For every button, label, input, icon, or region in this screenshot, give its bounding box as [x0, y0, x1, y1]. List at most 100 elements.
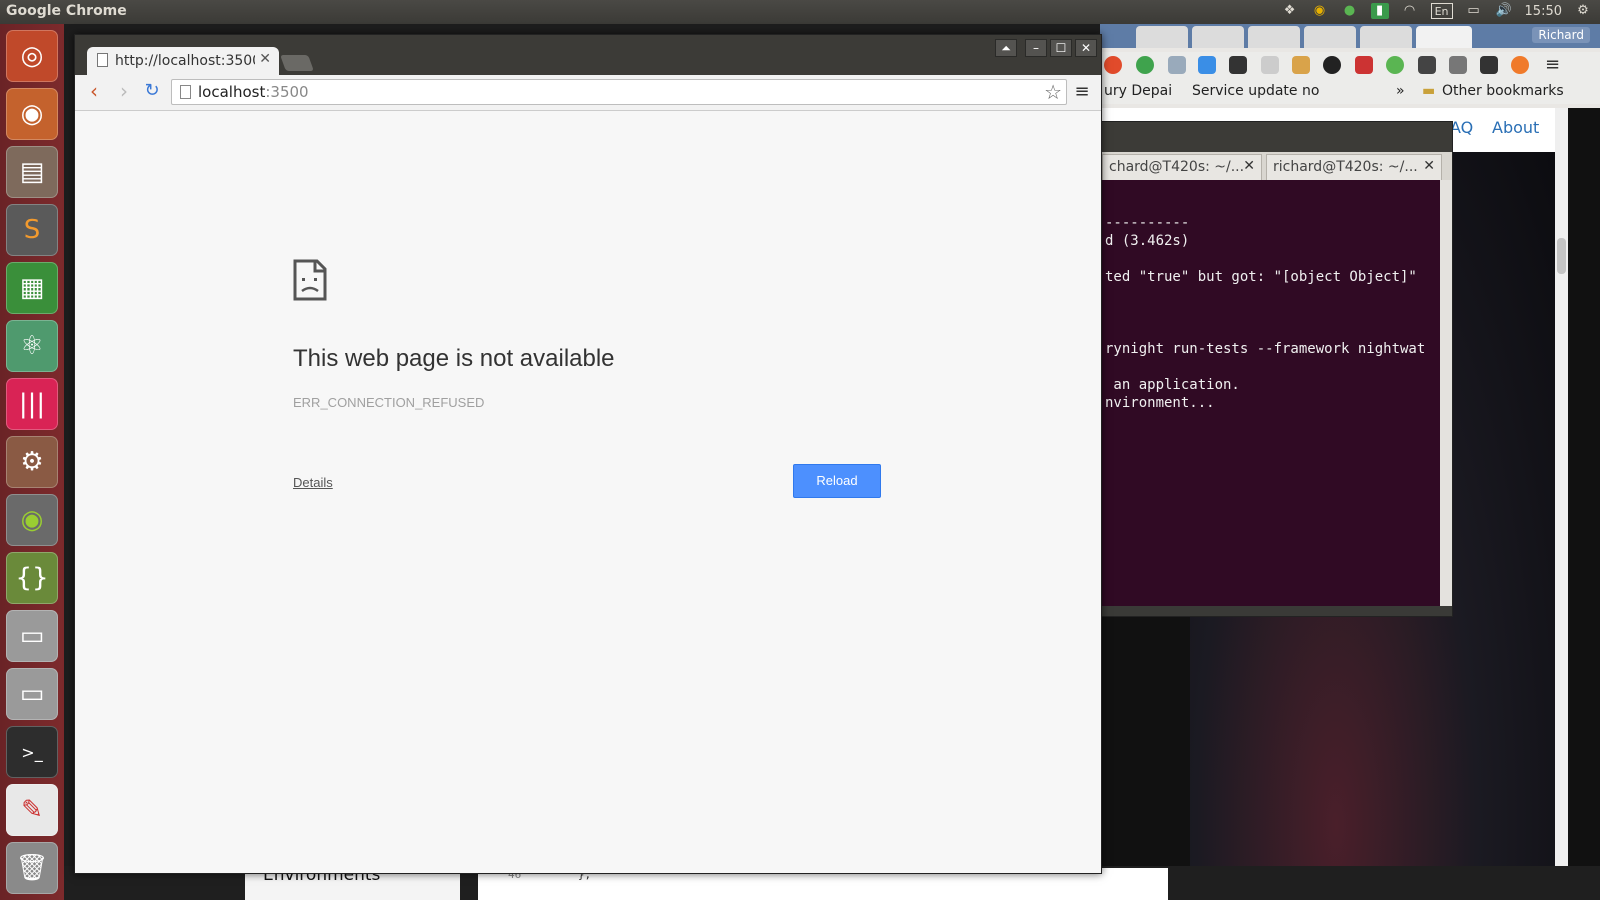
- extension-icon[interactable]: [1511, 56, 1529, 74]
- terminal-tab-label: chard@T420s: ~/...: [1109, 159, 1245, 175]
- terminal-line: ----------: [1105, 215, 1190, 231]
- evernote-icon[interactable]: ●: [1341, 3, 1359, 19]
- background-tab[interactable]: [1136, 26, 1188, 48]
- details-link[interactable]: Details: [293, 475, 333, 490]
- new-tab-button[interactable]: [280, 55, 314, 71]
- drive-icon[interactable]: ▭: [6, 610, 58, 662]
- nav-link-about[interactable]: About: [1492, 118, 1539, 137]
- background-tab[interactable]: [1304, 26, 1356, 48]
- brackets-icon[interactable]: {}: [6, 552, 58, 604]
- profile-menu-button[interactable]: ⏶: [995, 39, 1017, 57]
- terminal-tab[interactable]: richard@T420s: ~/... ✕: [1266, 154, 1442, 180]
- chrome-menu-icon[interactable]: ≡: [1545, 54, 1560, 75]
- trash-icon[interactable]: 🗑: [6, 842, 58, 894]
- terminal-line: an application.: [1105, 377, 1240, 393]
- chrome-launcher-icon[interactable]: ◉: [6, 88, 58, 140]
- terminal-icon[interactable]: >_: [6, 726, 58, 778]
- error-code: ERR_CONNECTION_REFUSED: [293, 395, 485, 410]
- folder-icon: ▬: [1422, 83, 1436, 99]
- terminal-scrollbar[interactable]: [1440, 180, 1452, 606]
- chrome-window: http://localhost:3500 ✕ ⏶ – ☐ ✕ ‹ › ↻ lo…: [74, 34, 1102, 874]
- forward-button[interactable]: ›: [113, 81, 135, 103]
- extension-icon[interactable]: [1323, 56, 1341, 74]
- evernote-ext-icon[interactable]: [1386, 56, 1404, 74]
- cast-icon[interactable]: [1449, 56, 1467, 74]
- close-window-button[interactable]: ✕: [1075, 39, 1097, 57]
- greenshot-icon[interactable]: ▮: [1370, 3, 1389, 19]
- reload-icon[interactable]: ↻: [141, 81, 163, 103]
- terminal-tab[interactable]: chard@T420s: ~/... ✕: [1102, 154, 1262, 180]
- clock[interactable]: 15:50: [1525, 4, 1562, 19]
- system-settings-icon[interactable]: ⚙: [6, 436, 58, 488]
- wifi-icon[interactable]: ◠: [1401, 3, 1419, 19]
- terminal-tab-label: richard@T420s: ~/...: [1273, 159, 1418, 175]
- dropbox-icon[interactable]: ❖: [1281, 3, 1299, 19]
- sublime-text-icon[interactable]: S: [6, 204, 58, 256]
- buffer-icon[interactable]: [1229, 56, 1247, 74]
- ubuntu-dash-icon[interactable]: ◎: [6, 30, 58, 82]
- extension-icon[interactable]: [1480, 56, 1498, 74]
- terminal-line: rynight run-tests --framework nightwat: [1105, 341, 1426, 357]
- background-tab[interactable]: [1248, 26, 1300, 48]
- active-app-title: Google Chrome: [6, 3, 127, 19]
- system-tray: ❖ ◉ ● ▮ ◠ En ▭ 🔊 15:50 ⚙: [1281, 3, 1592, 19]
- text-editor-icon[interactable]: ✎: [6, 784, 58, 836]
- other-bookmarks[interactable]: Other bookmarks: [1442, 83, 1564, 99]
- extension-icon[interactable]: [1292, 56, 1310, 74]
- unity-launcher: ◎ ◉ ▤ S ▦ ⚛ ||| ⚙ ◉ {} ▭ ▭ >_ ✎ 🗑: [0, 24, 64, 900]
- close-icon[interactable]: ✕: [255, 51, 271, 67]
- bookmark-item[interactable]: ury Depai: [1104, 83, 1172, 99]
- url-host: localhost: [198, 83, 266, 101]
- terminal-line: nvironment...: [1105, 395, 1215, 411]
- background-tab[interactable]: [1192, 26, 1244, 48]
- screen-recorder-icon[interactable]: ◉: [6, 494, 58, 546]
- maximize-button[interactable]: ☐: [1050, 39, 1072, 57]
- back-button[interactable]: ‹: [83, 81, 105, 103]
- bookmarks-overflow[interactable]: »: [1396, 83, 1405, 99]
- close-icon[interactable]: ✕: [1243, 158, 1255, 174]
- active-tab[interactable]: http://localhost:3500 ✕: [87, 47, 279, 75]
- background-tab[interactable]: [1416, 26, 1472, 48]
- close-icon[interactable]: ✕: [1423, 158, 1435, 174]
- terminal-output[interactable]: ---------- d (3.462s) ted "true" but got:…: [1102, 180, 1442, 606]
- background-tab[interactable]: [1360, 26, 1412, 48]
- url-port: :3500: [265, 83, 309, 101]
- chrome-icon[interactable]: ◉: [1311, 3, 1329, 19]
- url-text[interactable]: localhost:3500: [198, 83, 309, 101]
- volume-icon[interactable]: 🔊: [1495, 3, 1513, 19]
- pocket-icon[interactable]: [1418, 56, 1436, 74]
- keyboard-icon[interactable]: En: [1430, 3, 1453, 19]
- files-icon[interactable]: ▤: [6, 146, 58, 198]
- nav-link-faq[interactable]: AQ: [1450, 118, 1473, 137]
- battery-icon[interactable]: ▭: [1465, 3, 1483, 19]
- settings-icon[interactable]: ⚙: [1574, 3, 1592, 19]
- jetbrains-icon[interactable]: |||: [6, 378, 58, 430]
- extension-icon[interactable]: [1168, 56, 1186, 74]
- chrome-menu-icon[interactable]: ≡: [1071, 81, 1093, 103]
- omnibox[interactable]: localhost:3500 ☆: [171, 79, 1067, 105]
- pinterest-icon[interactable]: [1104, 56, 1122, 74]
- extension-icon[interactable]: [1355, 56, 1373, 74]
- website-scroll-thumb[interactable]: [1557, 238, 1566, 274]
- atom-icon[interactable]: ⚛: [6, 320, 58, 372]
- minimize-button[interactable]: –: [1025, 39, 1047, 57]
- terminal-titlebar[interactable]: [1102, 122, 1452, 152]
- reload-button[interactable]: Reload: [793, 464, 881, 498]
- spreadsheet-icon[interactable]: ▦: [6, 262, 58, 314]
- user-profile-badge[interactable]: Richard: [1532, 27, 1590, 43]
- background-chrome-tabstrip: Richard: [1100, 24, 1600, 48]
- twitter-icon[interactable]: [1198, 56, 1216, 74]
- drive-icon[interactable]: ▭: [6, 668, 58, 720]
- extension-icon[interactable]: [1261, 56, 1279, 74]
- bookmark-star-icon[interactable]: ☆: [1044, 80, 1062, 104]
- page-icon: [97, 53, 108, 67]
- extension-icon[interactable]: [1136, 56, 1154, 74]
- website-scrollbar[interactable]: [1555, 108, 1568, 900]
- terminal-line: ted "true" but got: "[object Object]": [1105, 269, 1417, 285]
- error-page: This web page is not available ERR_CONNE…: [75, 111, 1101, 873]
- bookmark-item[interactable]: Service update no: [1192, 83, 1319, 99]
